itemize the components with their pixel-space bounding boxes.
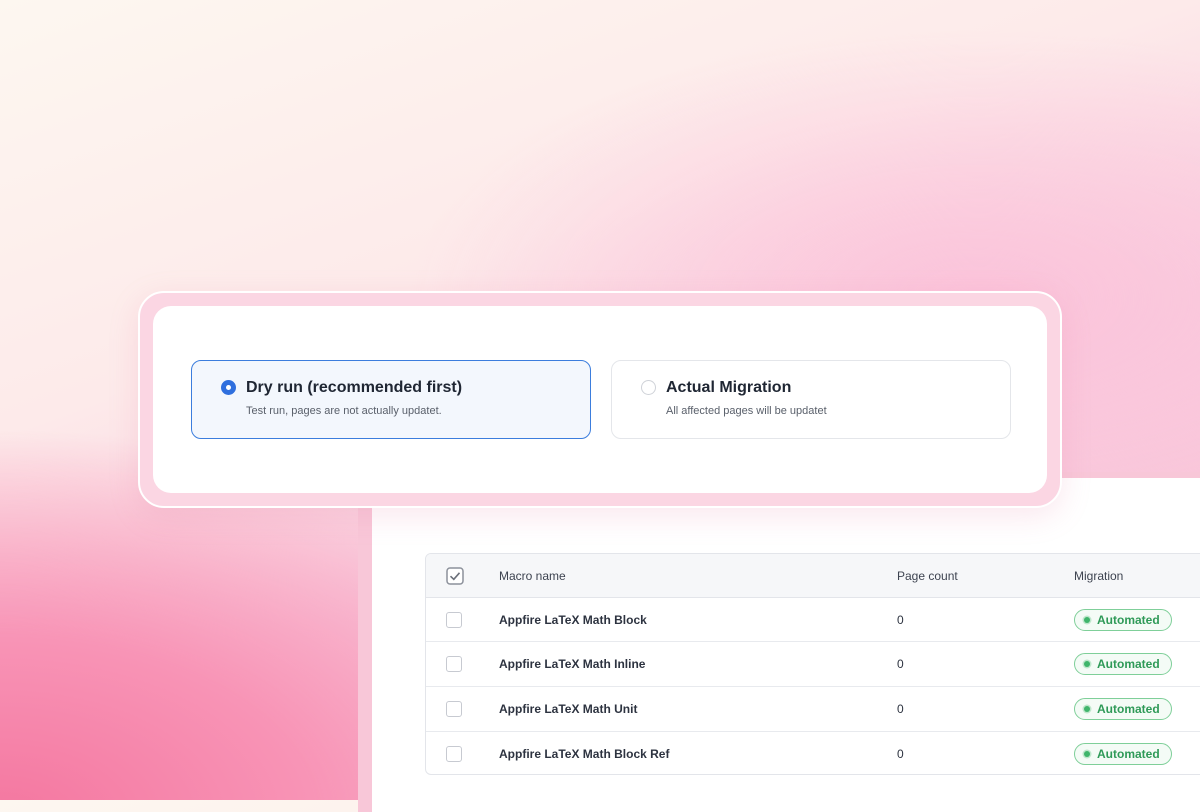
- radio-selected-icon[interactable]: [221, 380, 236, 395]
- column-header-migration[interactable]: Migration: [1074, 554, 1123, 597]
- radio-unselected-icon[interactable]: [641, 380, 656, 395]
- dry-run-option[interactable]: Dry run (recommended first) Test run, pa…: [191, 360, 591, 439]
- status-dot-icon: [1084, 616, 1090, 623]
- migration-status-badge: Automated: [1074, 653, 1172, 675]
- table-row[interactable]: Appfire LaTeX Math Block Ref 0 Automated: [426, 732, 1200, 774]
- macro-name: Appfire LaTeX Math Inline: [499, 657, 646, 671]
- actual-migration-option[interactable]: Actual Migration All affected pages will…: [611, 360, 1011, 439]
- row-checkbox[interactable]: [446, 656, 462, 672]
- migration-status-badge: Automated: [1074, 743, 1172, 765]
- page-count: 0: [897, 657, 904, 671]
- table-row[interactable]: Appfire LaTeX Math Unit 0 Automated: [426, 687, 1200, 732]
- migration-status-badge: Automated: [1074, 608, 1172, 631]
- page-count: 0: [897, 702, 904, 716]
- row-checkbox[interactable]: [446, 701, 462, 717]
- macro-name: Appfire LaTeX Math Block: [499, 612, 647, 627]
- status-dot-icon: [1084, 661, 1090, 667]
- table-header: Macro name Page count Migration: [426, 554, 1200, 598]
- status-dot-icon: [1084, 751, 1090, 757]
- column-header-page-count[interactable]: Page count: [897, 554, 958, 597]
- page-count: 0: [897, 747, 904, 761]
- page-count: 0: [897, 612, 904, 627]
- select-all-checkbox[interactable]: [446, 566, 464, 585]
- status-dot-icon: [1084, 706, 1090, 712]
- row-checkbox[interactable]: [446, 611, 462, 628]
- macro-table: Macro name Page count Migration Appfire …: [425, 553, 1200, 775]
- option-title: Actual Migration: [666, 379, 792, 396]
- option-description: All affected pages will be updatet: [666, 405, 827, 417]
- macro-name: Appfire LaTeX Math Block Ref: [499, 747, 670, 761]
- table-row[interactable]: Appfire LaTeX Math Block 0 Automated: [426, 598, 1200, 642]
- run-mode-card-frame: Dry run (recommended first) Test run, pa…: [138, 291, 1062, 508]
- option-title: Dry run (recommended first): [246, 379, 463, 396]
- table-row[interactable]: Appfire LaTeX Math Inline 0 Automated: [426, 642, 1200, 687]
- option-description: Test run, pages are not actually updatet…: [246, 405, 442, 417]
- macro-name: Appfire LaTeX Math Unit: [499, 702, 638, 716]
- column-header-macro-name[interactable]: Macro name: [499, 554, 566, 597]
- run-mode-card: Dry run (recommended first) Test run, pa…: [153, 306, 1047, 493]
- migration-status-badge: Automated: [1074, 698, 1172, 720]
- row-checkbox[interactable]: [446, 746, 462, 762]
